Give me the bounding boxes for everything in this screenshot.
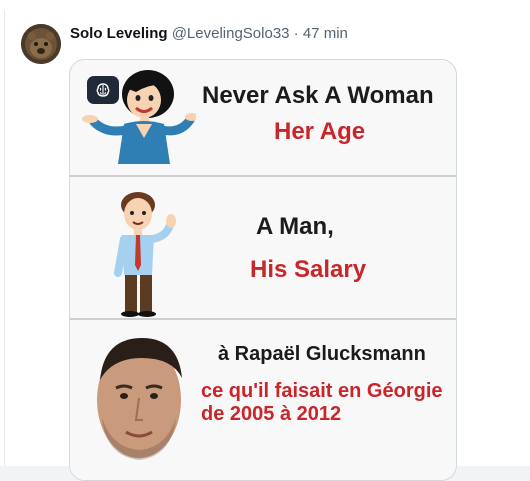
meme-panel-woman: Never Ask A Woman Her Age [70,60,456,175]
face-photo [97,338,182,460]
meme-panel-man: A Man, His Salary [70,177,456,318]
author-handle[interactable]: @LevelingSolo33 [172,25,290,42]
post-header: Solo Leveling @LevelingSolo33 · 47 min [70,24,348,44]
post-time[interactable]: 47 min [303,25,348,42]
panel2-line1: A Man, [256,213,334,240]
panel3-line3: de 2005 à 2012 [201,403,342,425]
meme-panel-photo: à Rapaël Glucksmann ce qu'il faisait en … [70,320,456,480]
brain-icon [96,83,110,97]
panel1-line1: Never Ask A Woman [202,82,434,109]
panel3-line2: ce qu'il faisait en Géorgie [201,380,443,402]
author-name[interactable]: Solo Leveling [70,25,168,42]
avatar[interactable] [21,24,61,64]
panel3-line1: à Rapaël Glucksmann [218,343,426,365]
panel2-line2: His Salary [250,256,367,283]
post-media[interactable]: Never Ask A Woman Her Age A Man, His Sal… [69,59,457,481]
ai-badge[interactable] [87,76,119,104]
meta-separator: · [289,25,303,42]
divider [4,10,5,466]
panel1-line2: Her Age [274,118,366,145]
post: Solo Leveling @LevelingSolo33 · 47 min N… [0,0,530,481]
man-illustration [114,192,176,317]
avatar-image [21,24,61,64]
